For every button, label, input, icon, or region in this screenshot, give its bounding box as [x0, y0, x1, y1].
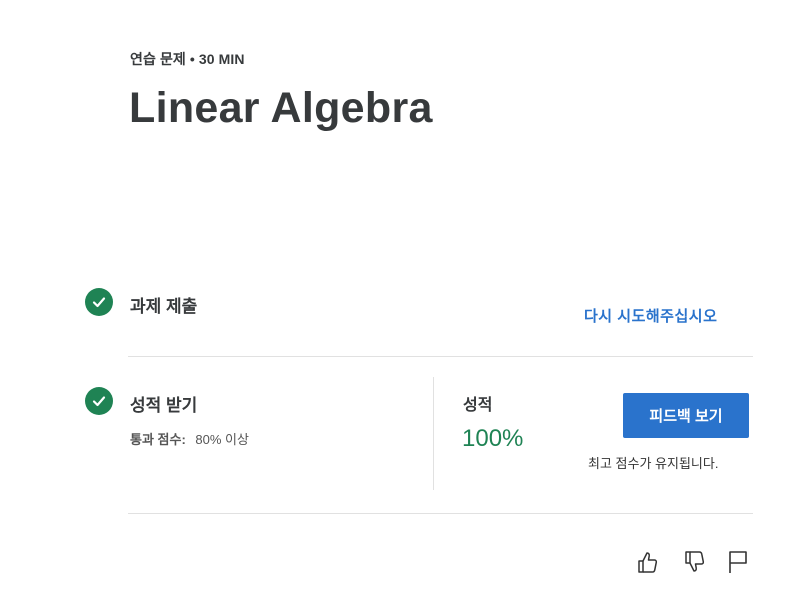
submit-status-check-icon: [85, 288, 113, 316]
grade-label: 성적: [463, 397, 493, 414]
highest-score-note: 최고 점수가 유지됩니다.: [588, 456, 719, 471]
submit-step-title: 과제 제출: [130, 297, 198, 316]
flag-icon[interactable]: [724, 548, 752, 576]
passing-score: 통과 점수: 80% 이상: [130, 429, 249, 448]
passing-score-value: 80% 이상: [195, 432, 249, 447]
divider-top: [128, 356, 753, 357]
divider-bottom: [128, 513, 753, 514]
thumbs-up-icon[interactable]: [634, 548, 662, 576]
vertical-divider: [433, 377, 434, 490]
page-title: Linear Algebra: [129, 84, 433, 132]
passing-score-label: 통과 점수:: [130, 432, 186, 447]
grade-step-title: 성적 받기: [130, 396, 198, 415]
grade-value: 100%: [462, 425, 524, 452]
eyebrow-label: 연습 문제 • 30 MIN: [130, 51, 245, 67]
thumbs-down-icon[interactable]: [681, 548, 709, 576]
grade-status-check-icon: [85, 387, 113, 415]
view-feedback-button[interactable]: 피드백 보기: [623, 393, 749, 438]
try-again-link[interactable]: 다시 시도해주십시오: [584, 305, 717, 326]
